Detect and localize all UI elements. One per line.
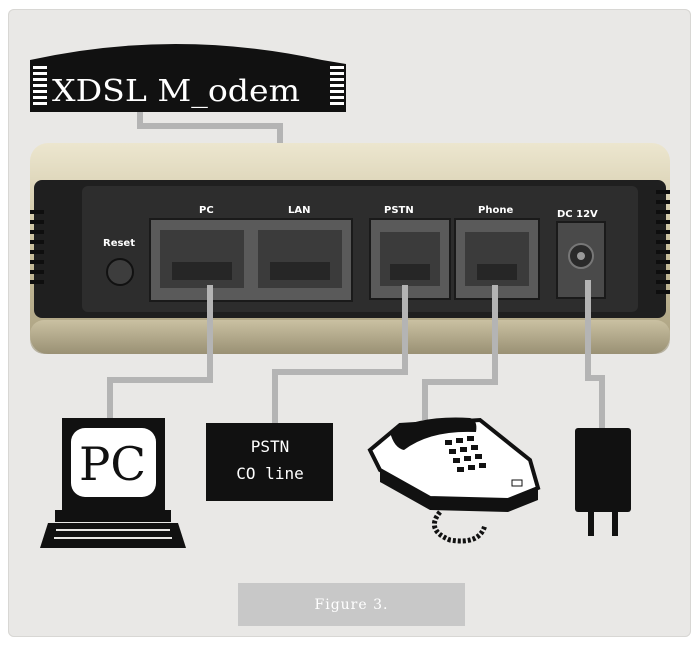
pstn-box-line1: PSTN bbox=[251, 437, 290, 456]
dc-port-label: DC 12V bbox=[557, 209, 598, 220]
figure-caption: Figure 3. bbox=[238, 583, 465, 626]
reset-label: Reset bbox=[103, 238, 135, 249]
pstn-port-label: PSTN bbox=[384, 205, 414, 216]
banner-title: XDSL M_odem bbox=[52, 74, 300, 109]
pstn-co-line-box: PSTN CO line bbox=[206, 423, 333, 501]
pc-screen-text: PC bbox=[79, 437, 146, 491]
lan-port-label: LAN bbox=[288, 205, 310, 216]
xdsl-modem-banner: XDSL M_odem bbox=[30, 44, 346, 112]
reset-button[interactable] bbox=[106, 258, 134, 286]
pc-port-label: PC bbox=[199, 205, 214, 216]
modem-connection-diagram: XDSL M_odem Reset PC LAN PSTN Phone DC 1… bbox=[30, 44, 670, 548]
telephone-icon bbox=[367, 417, 541, 544]
diagram-stage: XDSL M_odem Reset PC LAN PSTN Phone DC 1… bbox=[0, 0, 699, 647]
pstn-box-line2: CO line bbox=[236, 464, 303, 483]
modem-device: Reset PC LAN PSTN Phone DC 12V bbox=[30, 143, 670, 354]
power-adapter-icon bbox=[575, 428, 631, 536]
pc-computer-icon: PC bbox=[40, 418, 186, 548]
phone-port-label: Phone bbox=[478, 205, 513, 216]
